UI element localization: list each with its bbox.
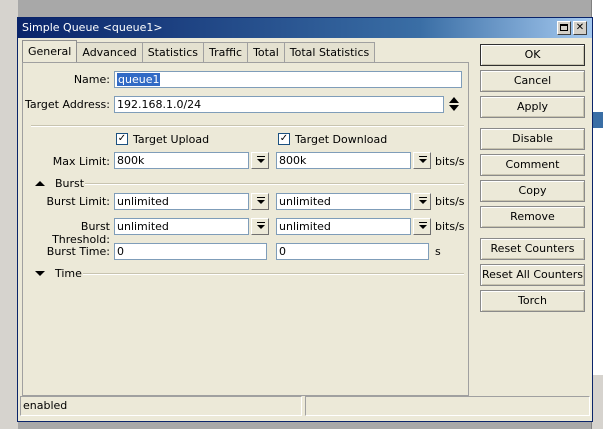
burst-time-download-field[interactable]: 0: [276, 243, 429, 260]
reset-all-counters-button[interactable]: Reset All Counters: [480, 264, 585, 286]
target-upload-checkbox[interactable]: ✓: [116, 133, 128, 145]
name-value: queue1: [117, 73, 161, 86]
burst-limit-label: Burst Limit:: [46, 195, 110, 208]
collapse-triangle-icon[interactable]: [35, 181, 45, 186]
tab-total-statistics[interactable]: Total Statistics: [283, 42, 376, 62]
max-limit-label: Max Limit:: [52, 155, 110, 168]
unit-label: s: [435, 245, 441, 258]
target-download-checkbox[interactable]: ✓: [278, 133, 290, 145]
background-selection-strip: [592, 112, 603, 128]
tab-statistics[interactable]: Statistics: [141, 42, 204, 62]
separator: [31, 125, 464, 127]
status-text: enabled: [20, 396, 302, 416]
dropdown-arrow-icon[interactable]: [413, 193, 431, 210]
burst-time-upload-field[interactable]: 0: [114, 243, 267, 260]
status-bar: enabled: [20, 396, 590, 419]
unit-label: bits/s: [435, 155, 465, 168]
name-field[interactable]: queue1: [114, 71, 462, 88]
dropdown-arrow-icon[interactable]: [413, 218, 431, 235]
separator: [83, 273, 464, 275]
tab-traffic[interactable]: Traffic: [203, 42, 249, 62]
background-shade: [592, 375, 603, 429]
target-address-label: Target Address:: [24, 98, 110, 111]
title-bar[interactable]: Simple Queue <queue1> ✕: [18, 18, 592, 38]
close-icon[interactable]: ✕: [573, 21, 587, 35]
max-limit-upload-field[interactable]: 800k: [114, 152, 249, 169]
burst-limit-upload-field[interactable]: unlimited: [114, 193, 249, 210]
dropdown-arrow-icon[interactable]: [251, 193, 269, 210]
target-download-label: Target Download: [295, 133, 388, 146]
burst-threshold-download-field[interactable]: unlimited: [276, 218, 411, 235]
disable-button[interactable]: Disable: [480, 128, 585, 150]
status-cell-empty: [305, 396, 590, 416]
general-panel: Name: queue1 Target Address: 192.168.1.0…: [22, 62, 469, 396]
cancel-button[interactable]: Cancel: [480, 70, 585, 92]
target-upload-label: Target Upload: [133, 133, 210, 146]
burst-limit-download-field[interactable]: unlimited: [276, 193, 411, 210]
tab-total[interactable]: Total: [247, 42, 285, 62]
simple-queue-dialog: Simple Queue <queue1> ✕ General Advanced…: [17, 17, 593, 422]
dropdown-arrow-icon[interactable]: [413, 152, 431, 169]
target-address-field[interactable]: 192.168.1.0/24: [114, 96, 444, 113]
window-title: Simple Queue <queue1>: [22, 21, 163, 34]
reset-counters-button[interactable]: Reset Counters: [480, 238, 585, 260]
max-limit-download-field[interactable]: 800k: [276, 152, 411, 169]
unit-label: bits/s: [435, 220, 465, 233]
tab-bar: General Advanced Statistics Traffic Tota…: [22, 40, 376, 62]
up-down-arrow-icon[interactable]: [447, 96, 461, 113]
unit-label: bits/s: [435, 195, 465, 208]
burst-section-header[interactable]: Burst: [55, 177, 84, 190]
tab-general[interactable]: General: [22, 40, 78, 62]
time-section-header[interactable]: Time: [55, 267, 82, 280]
name-label: Name:: [73, 73, 110, 86]
separator: [85, 183, 464, 185]
tab-advanced[interactable]: Advanced: [76, 42, 143, 62]
apply-button[interactable]: Apply: [480, 96, 585, 118]
copy-button[interactable]: Copy: [480, 180, 585, 202]
torch-button[interactable]: Torch: [480, 290, 585, 312]
burst-time-label: Burst Time:: [46, 245, 110, 258]
dropdown-arrow-icon[interactable]: [251, 218, 269, 235]
comment-button[interactable]: Comment: [480, 154, 585, 176]
remove-button[interactable]: Remove: [480, 206, 585, 228]
expand-triangle-icon[interactable]: [35, 271, 45, 276]
maximize-icon[interactable]: [557, 21, 571, 35]
background-window-edge: [0, 0, 18, 429]
burst-threshold-upload-field[interactable]: unlimited: [114, 218, 249, 235]
dropdown-arrow-icon[interactable]: [251, 152, 269, 169]
ok-button[interactable]: OK: [480, 44, 585, 66]
burst-threshold-label: Burst Threshold:: [52, 220, 110, 246]
